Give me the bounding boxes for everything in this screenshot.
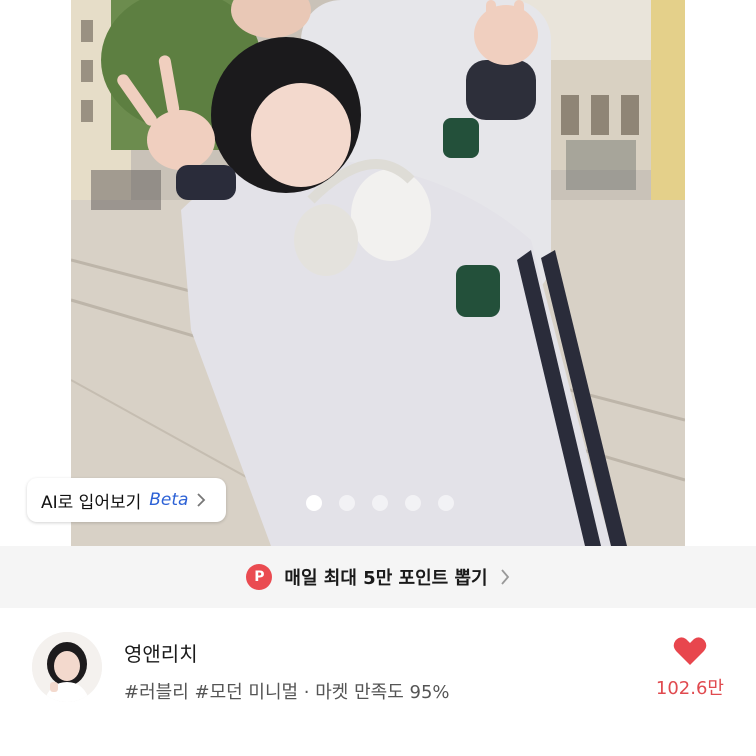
- shop-tags: #러블리 #모던 미니멀 · 마켓 만족도 95%: [124, 682, 450, 703]
- carousel-dot[interactable]: [405, 495, 421, 511]
- shop-info-row[interactable]: 영앤리치 #러블리 #모던 미니멀 · 마켓 만족도 95% 102.6만: [0, 608, 756, 756]
- like-button[interactable]: 102.6만: [656, 636, 724, 700]
- ai-tryon-button[interactable]: AI로 입어보기 Beta: [27, 478, 227, 522]
- carousel-dot[interactable]: [438, 495, 454, 511]
- like-count: 102.6만: [655, 678, 724, 699]
- points-promo-banner[interactable]: P 매일 최대 5만 포인트 뽑기: [0, 546, 756, 608]
- heart-icon: [673, 636, 707, 666]
- carousel-dot[interactable]: [372, 495, 388, 511]
- chevron-right-icon: [196, 493, 210, 507]
- point-badge-icon: P: [246, 564, 273, 590]
- carousel-dot-active[interactable]: [306, 495, 322, 511]
- product-photo[interactable]: [71, 0, 685, 546]
- chevron-right-icon: [500, 569, 510, 585]
- shop-name[interactable]: 영앤리치: [124, 638, 198, 667]
- carousel-indicator: [306, 495, 454, 511]
- ai-tryon-label: AI로 입어보기: [41, 492, 142, 513]
- product-image-carousel[interactable]: AI로 입어보기 Beta: [0, 0, 756, 546]
- promo-text: 매일 최대 5만 포인트 뽑기: [284, 568, 488, 589]
- shop-avatar[interactable]: [32, 632, 102, 702]
- beta-label: Beta: [149, 490, 189, 510]
- carousel-dot[interactable]: [339, 495, 355, 511]
